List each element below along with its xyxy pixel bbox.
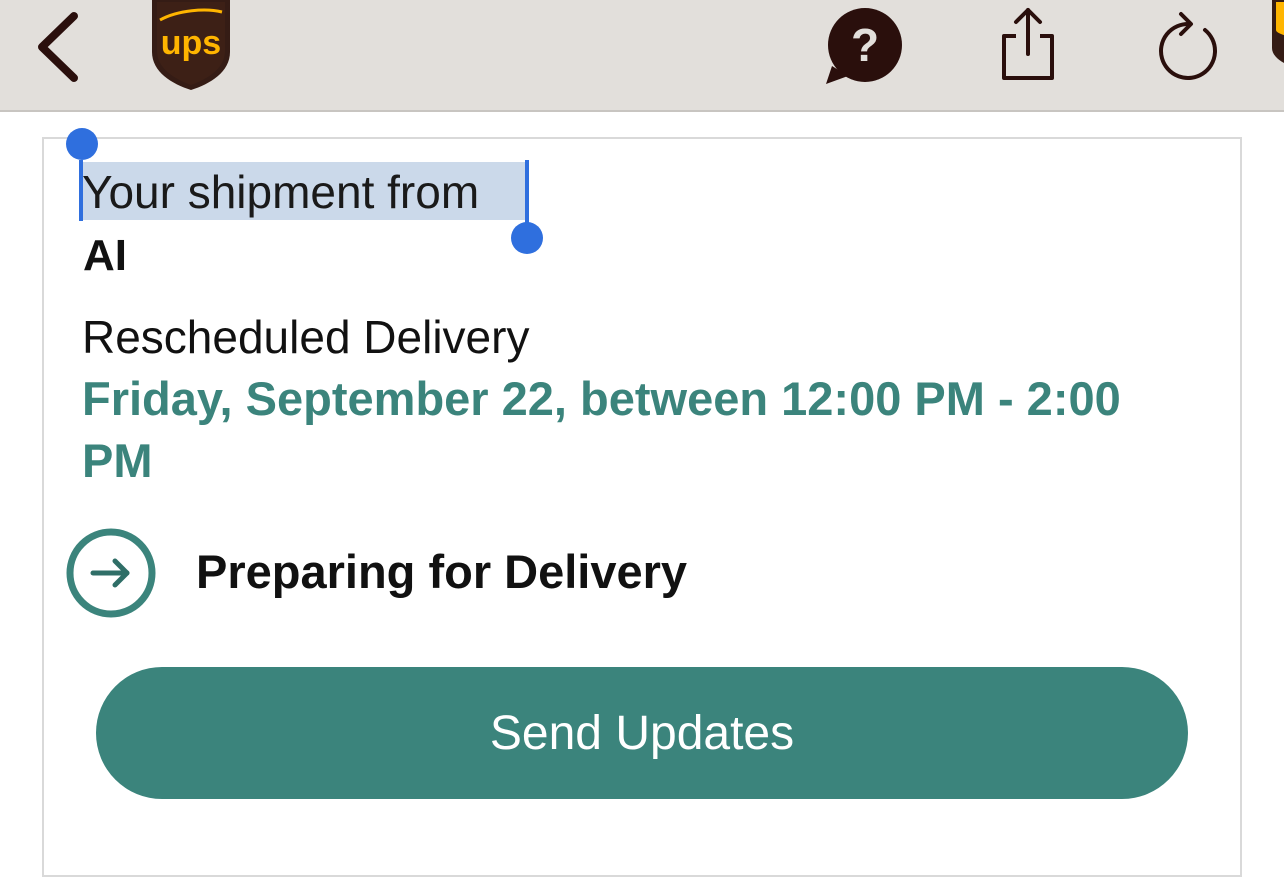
ups-logo: ups — [148, 0, 234, 92]
refresh-button[interactable] — [1155, 8, 1223, 80]
delivery-status-label: Rescheduled Delivery — [82, 311, 530, 363]
selection-end-handle[interactable] — [511, 222, 543, 254]
chevron-left-icon — [38, 12, 78, 82]
shipment-heading[interactable]: Your shipment from — [82, 162, 479, 222]
progress-status: Preparing for Delivery — [196, 545, 688, 598]
selection-start-handle[interactable] — [66, 128, 98, 160]
refresh-icon — [1159, 12, 1217, 80]
share-icon — [1002, 8, 1054, 80]
question-bubble-icon: ? — [826, 8, 902, 84]
svg-text:ups: ups — [161, 24, 221, 62]
top-toolbar: ups ? — [0, 0, 1284, 112]
back-button[interactable] — [30, 10, 90, 85]
ups-logo-partial — [1268, 0, 1284, 80]
send-updates-button[interactable]: Send Updates — [96, 667, 1188, 799]
delivery-window: Friday, September 22, between 12:00 PM -… — [82, 372, 1121, 487]
sender-name: AI — [83, 231, 127, 280]
arrow-right-circle-icon — [66, 528, 156, 618]
svg-text:?: ? — [851, 19, 879, 71]
help-button[interactable]: ? — [824, 6, 906, 88]
share-button[interactable] — [996, 6, 1060, 82]
selection-start-bar — [79, 160, 83, 221]
